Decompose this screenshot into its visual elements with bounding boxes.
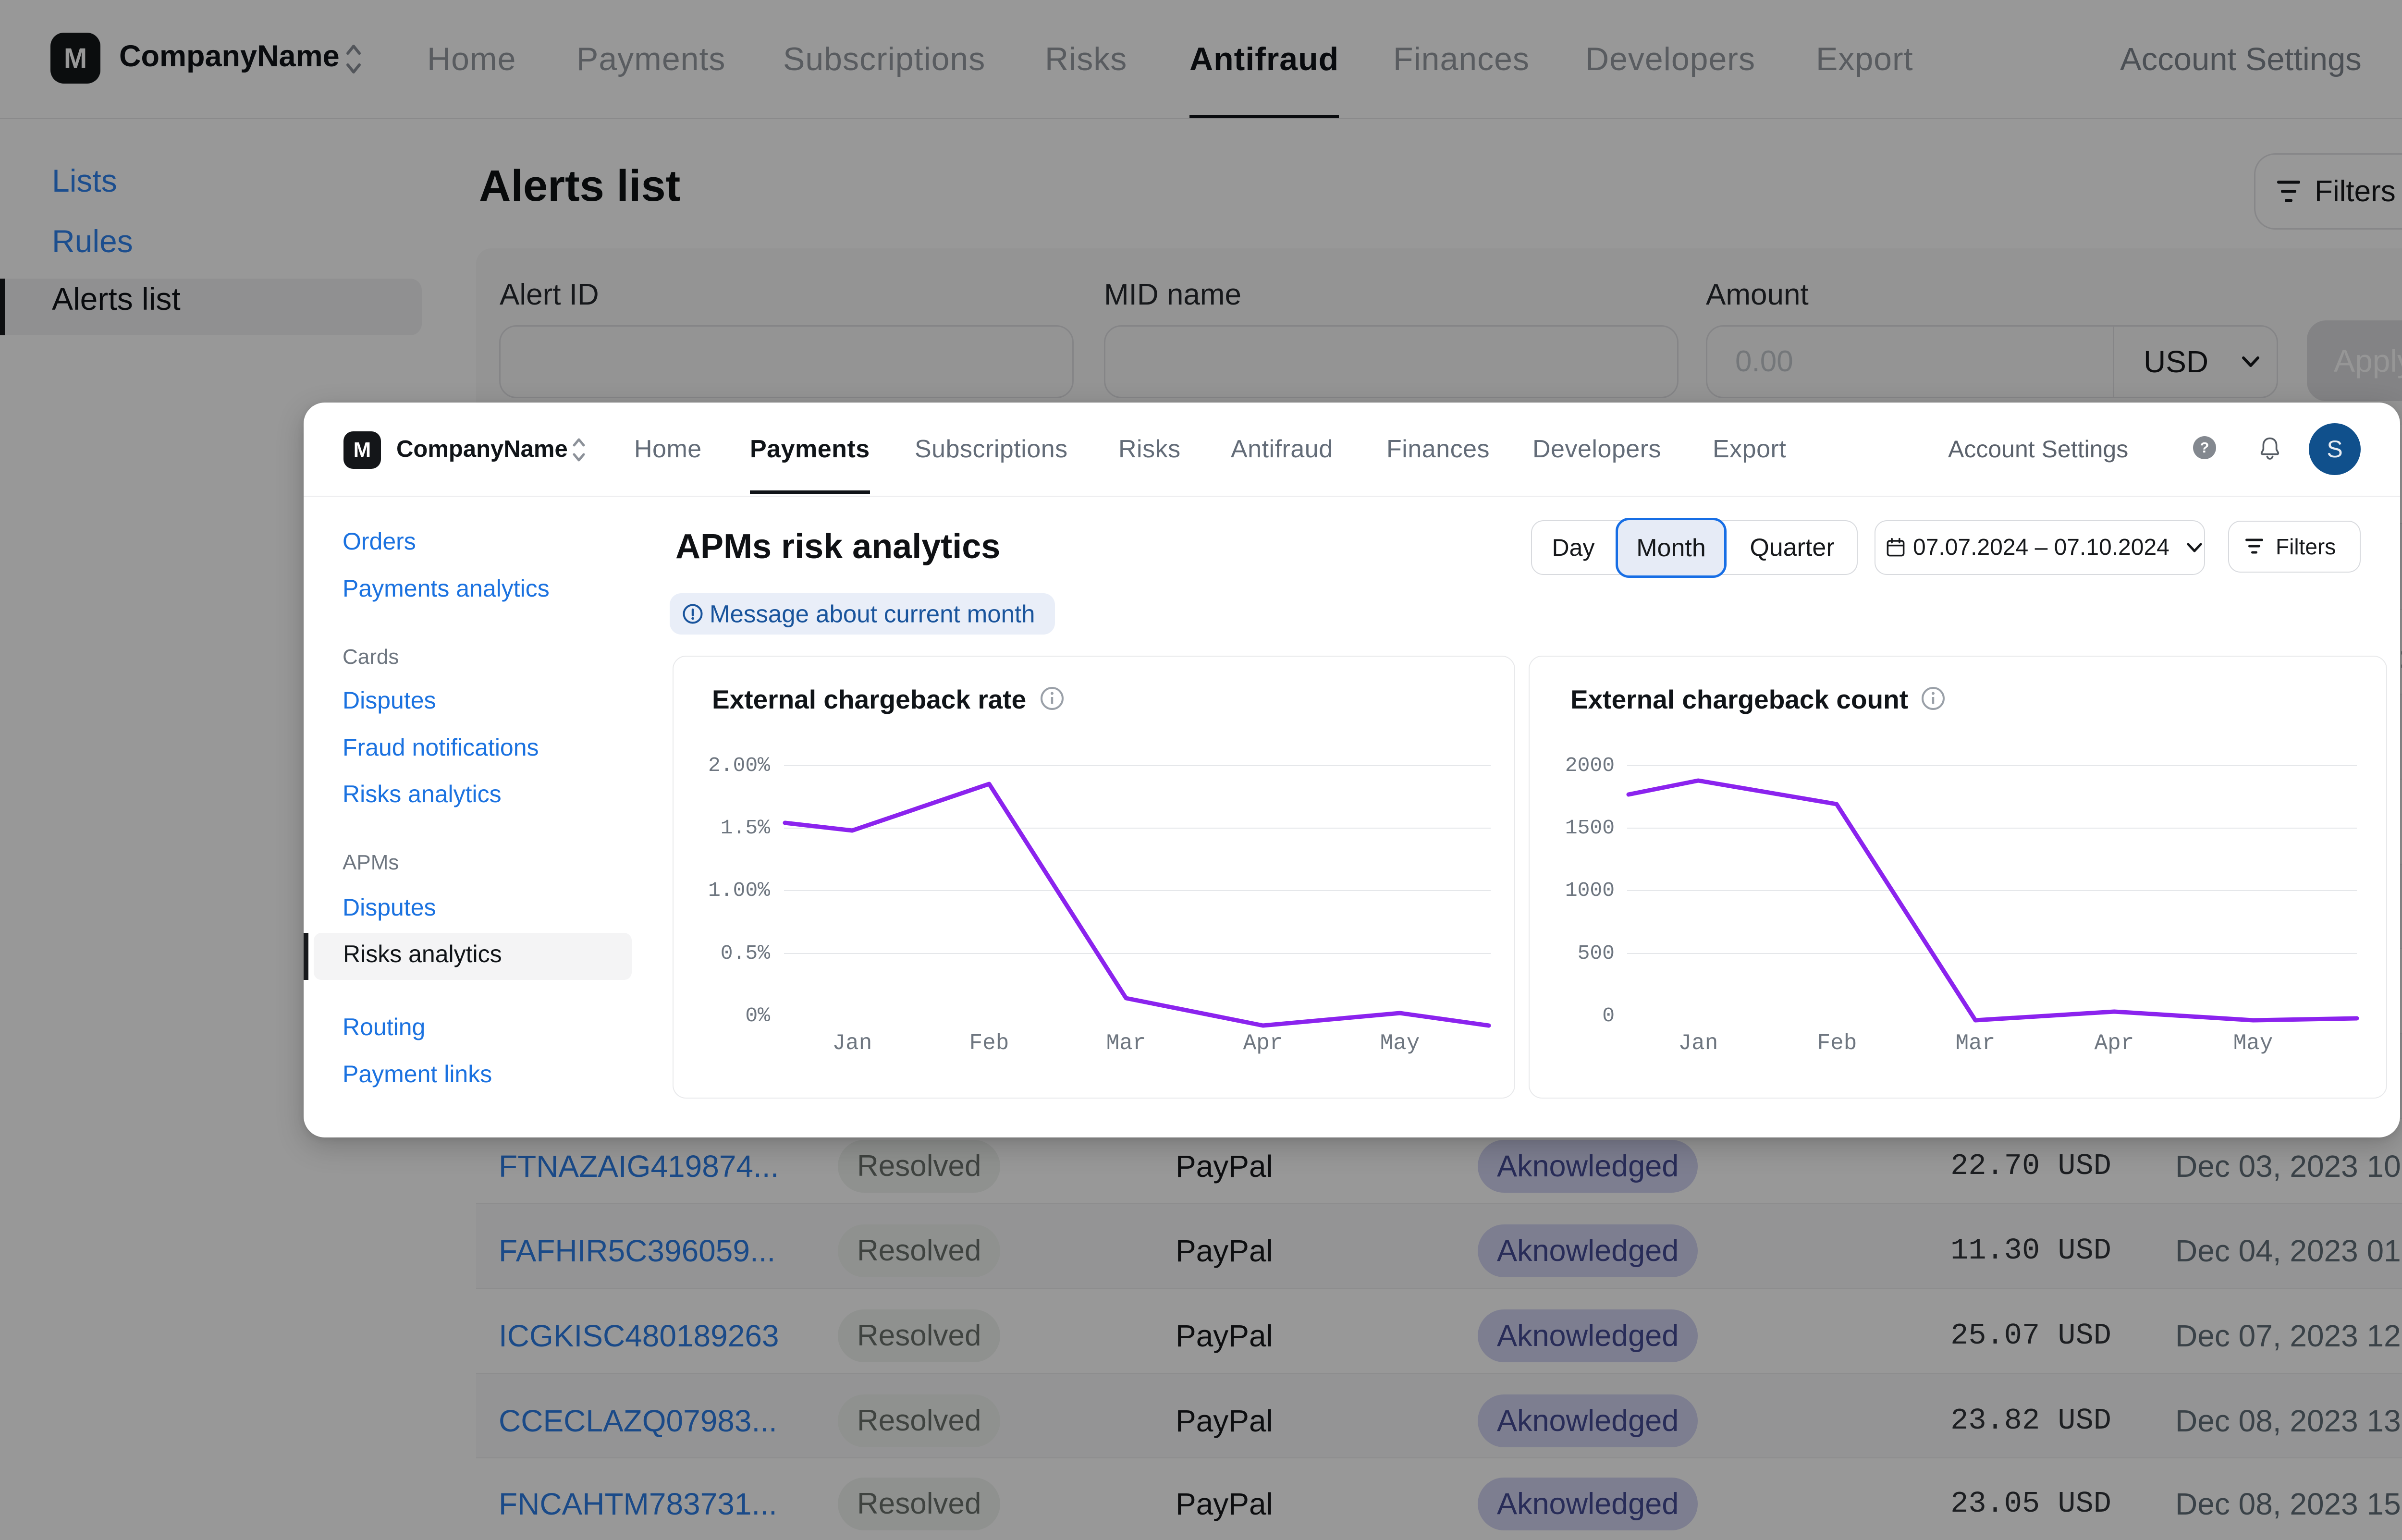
svg-text:?: ? — [2200, 439, 2209, 456]
